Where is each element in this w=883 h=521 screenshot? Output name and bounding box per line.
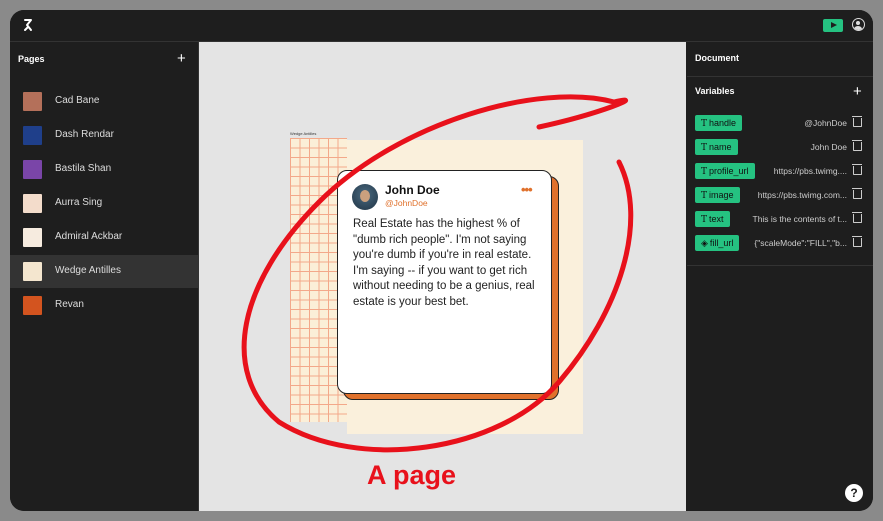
text-type-icon: T (701, 215, 708, 225)
variable-name: handle (709, 118, 737, 128)
variable-chip[interactable]: Tprofile_url (695, 163, 755, 179)
trash-icon[interactable] (852, 236, 862, 247)
variable-value: {"scaleMode":"FILL","b... (754, 238, 847, 248)
help-button[interactable]: ? (845, 484, 863, 502)
variable-chip[interactable]: Timage (695, 187, 740, 203)
play-button[interactable] (823, 19, 843, 32)
fill-icon: ◈ (701, 239, 708, 249)
canvas[interactable]: Wedge Antilles John Doe @JohnDoe ••• Rea… (199, 42, 686, 511)
page-label: Bastila Shan (55, 163, 112, 174)
variable-value: https://pbs.twimg.com... (757, 190, 847, 200)
variable-chip[interactable]: ◈ fill_url (695, 235, 740, 251)
trash-icon[interactable] (852, 164, 862, 175)
document-title: Document (695, 53, 740, 63)
variable-name: profile_url (709, 166, 749, 176)
page-thumbnail (23, 228, 42, 247)
top-bar (10, 10, 873, 42)
variable-chip[interactable]: Ttext (695, 211, 730, 227)
account-icon[interactable] (852, 18, 865, 31)
variable-name: fill_url (709, 238, 734, 248)
page-item[interactable]: Bastila Shan (10, 153, 198, 186)
variable-value: @JohnDoe (804, 118, 847, 128)
annotation-label: A page (367, 460, 457, 490)
pages-title: Pages (18, 54, 45, 64)
page-item[interactable]: Wedge Antilles (10, 255, 198, 288)
add-variable-button[interactable]: + (853, 84, 862, 99)
variable-chip[interactable]: Thandle (695, 115, 743, 131)
variable-row[interactable]: Ttext This is the contents of t... (687, 209, 873, 229)
page-label: Revan (55, 299, 84, 310)
page-item[interactable]: Dash Rendar (10, 119, 198, 152)
variables-title: Variables (695, 86, 735, 96)
add-page-button[interactable]: + (177, 51, 186, 66)
page-item[interactable]: Revan (10, 289, 198, 322)
page-thumbnail (23, 126, 42, 145)
variable-row[interactable]: Thandle @JohnDoe (687, 113, 873, 133)
annotation-circle (241, 94, 634, 453)
page-thumbnail (23, 296, 42, 315)
trash-icon[interactable] (852, 188, 862, 199)
variable-name: name (709, 142, 732, 152)
variable-row[interactable]: Tprofile_url https://pbs.twimg.... (687, 161, 873, 181)
page-thumbnail (23, 160, 42, 179)
page-thumbnail (23, 194, 42, 213)
divider (687, 265, 873, 266)
app-logo-icon[interactable] (22, 18, 36, 32)
page-thumbnail (23, 92, 42, 111)
page-label: Aurra Sing (55, 197, 103, 208)
page-label: Cad Bane (55, 95, 100, 106)
page-label: Admiral Ackbar (55, 231, 123, 242)
page-item[interactable]: Aurra Sing (10, 187, 198, 220)
text-type-icon: T (701, 143, 708, 153)
page-thumbnail (23, 262, 42, 281)
variable-row[interactable]: Timage https://pbs.twimg.com... (687, 185, 873, 205)
page-label: Wedge Antilles (55, 265, 121, 276)
text-type-icon: T (701, 119, 708, 129)
variable-value: This is the contents of t... (752, 214, 848, 224)
variable-name: text (709, 214, 724, 224)
text-type-icon: T (701, 191, 708, 201)
trash-icon[interactable] (852, 140, 862, 151)
trash-icon[interactable] (852, 212, 862, 223)
variable-name: image (709, 190, 734, 200)
variable-row[interactable]: Tname John Doe (687, 137, 873, 157)
app-window: Pages + Cad Bane Dash Rendar Bastila Shan A… (10, 10, 873, 511)
page-item[interactable]: Cad Bane (10, 85, 198, 118)
variable-chip[interactable]: Tname (695, 139, 738, 155)
variable-row[interactable]: ◈ fill_url {"scaleMode":"FILL","b... (687, 233, 873, 253)
variable-value: John Doe (810, 142, 847, 152)
divider (687, 76, 873, 77)
text-type-icon: T (701, 167, 708, 177)
page-label: Dash Rendar (55, 129, 114, 140)
variable-value: https://pbs.twimg.... (773, 166, 847, 176)
properties-panel: Document Variables + Thandle @JohnDoe Tnam… (687, 42, 873, 511)
trash-icon[interactable] (852, 116, 862, 127)
page-item[interactable]: Admiral Ackbar (10, 221, 198, 254)
pages-panel: Pages + Cad Bane Dash Rendar Bastila Shan A… (10, 42, 199, 511)
